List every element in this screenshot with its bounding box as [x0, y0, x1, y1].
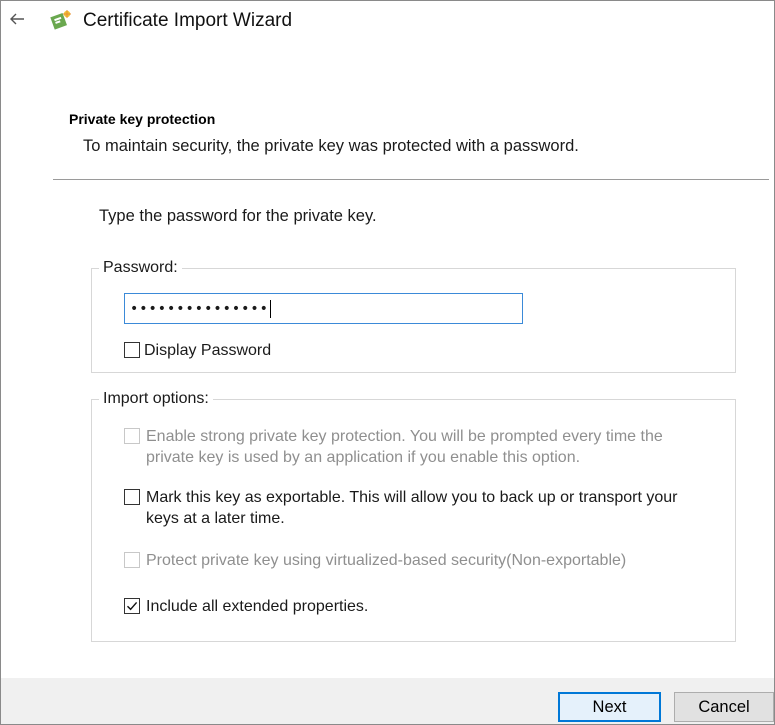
exportable-option[interactable]: Mark this key as exportable. This will a…	[124, 487, 704, 529]
back-arrow-icon	[10, 13, 24, 25]
virtualized-security-option[interactable]: Protect private key using virtualized-ba…	[124, 550, 704, 571]
exportable-checkbox[interactable]	[124, 489, 140, 505]
display-password-checkbox[interactable]	[124, 342, 140, 358]
password-prompt: Type the password for the private key.	[99, 207, 377, 225]
virtualized-security-label: Protect private key using virtualized-ba…	[146, 552, 627, 569]
checkmark-icon	[127, 601, 138, 611]
wizard-window: Certificate Import Wizard Private key pr…	[0, 0, 775, 725]
password-value: •••••••••••••••	[130, 300, 269, 317]
text-caret	[269, 299, 271, 318]
password-input[interactable]: •••••••••••••••	[124, 293, 523, 324]
password-group-legend: Password:	[99, 259, 182, 277]
strong-protection-option[interactable]: Enable strong private key protection. Yo…	[124, 426, 704, 468]
exportable-label: Mark this key as exportable. This will a…	[146, 489, 678, 527]
virtualized-security-checkbox[interactable]	[124, 552, 140, 568]
display-password-label: Display Password	[144, 342, 272, 359]
extended-properties-checkbox[interactable]	[124, 598, 140, 614]
wizard-footer: Next Cancel	[1, 678, 774, 724]
window-title: Certificate Import Wizard	[83, 10, 293, 31]
back-button[interactable]	[7, 7, 27, 31]
section-title: Private key protection	[69, 111, 216, 127]
extended-properties-option[interactable]: Include all extended properties.	[124, 596, 704, 617]
display-password-checkbox-row[interactable]: Display Password	[124, 340, 271, 361]
strong-protection-checkbox[interactable]	[124, 428, 140, 444]
section-description: To maintain security, the private key wa…	[83, 137, 579, 155]
header-separator	[53, 179, 769, 180]
strong-protection-label: Enable strong private key protection. Yo…	[146, 428, 663, 466]
extended-properties-label: Include all extended properties.	[146, 598, 369, 615]
certificate-wizard-icon	[49, 9, 73, 31]
import-options-legend: Import options:	[99, 390, 213, 408]
next-button[interactable]: Next	[558, 692, 661, 722]
cancel-button[interactable]: Cancel	[674, 692, 774, 722]
